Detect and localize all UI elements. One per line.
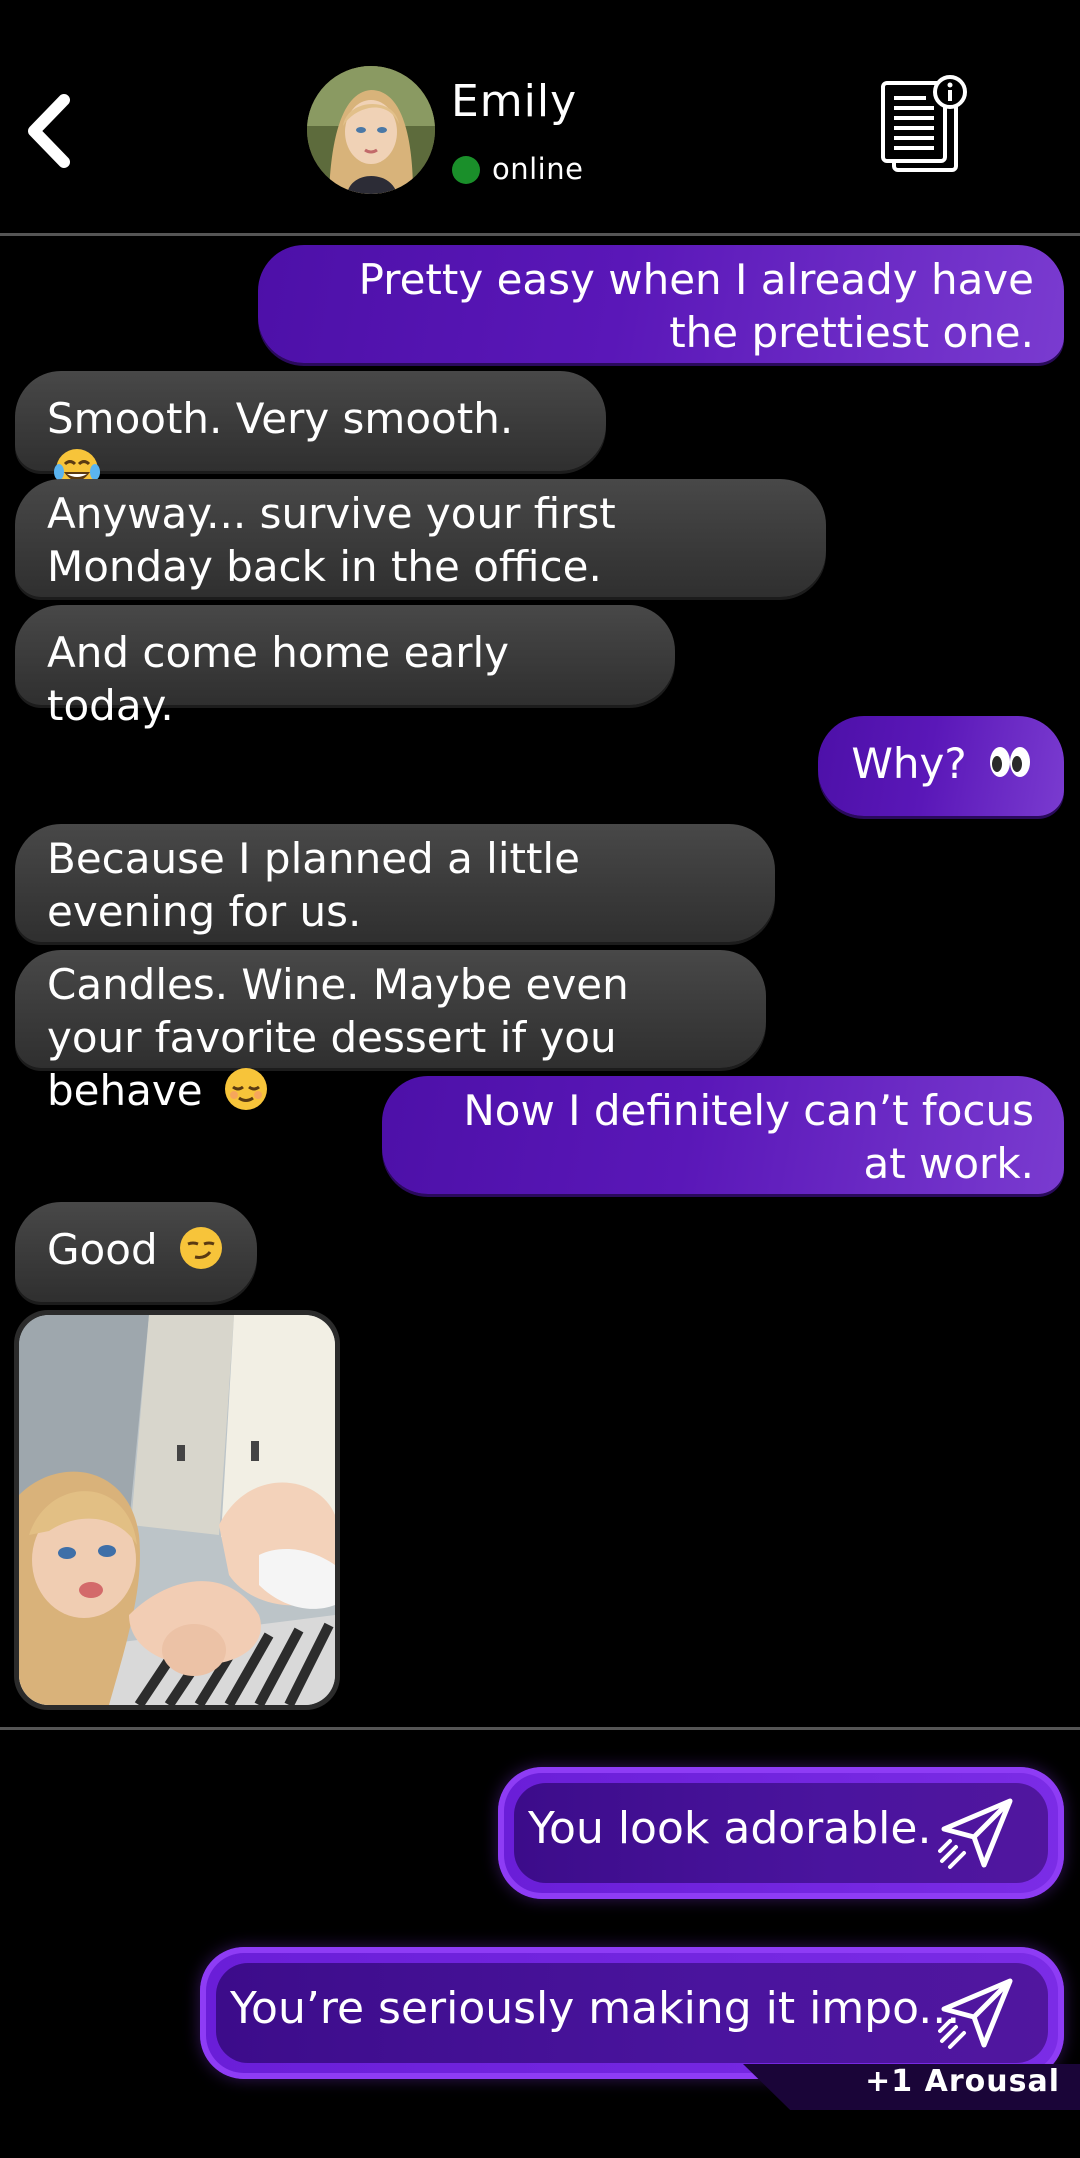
photo-message[interactable] [14,1310,340,1710]
eyes-emoji-icon [990,747,1030,777]
message-bubble-sent: Pretty easy when I already have the pret… [258,245,1064,363]
message-text: Anyway... survive your first Monday back… [47,489,616,591]
message-bubble-received: And come home early today. [15,605,675,730]
reply-divider [0,1727,1080,1730]
message-text: Good [47,1225,158,1274]
chevron-left-icon [28,94,70,168]
relieved-face-emoji-icon [224,1068,267,1110]
message-bubble-sent: Now I definitely can’t focus at work. [382,1076,1064,1194]
online-status-dot [452,156,480,184]
smirking-face-emoji-icon [179,1227,222,1269]
paper-plane-icon [938,1978,1013,2049]
header-divider [0,233,1080,236]
photo-image [19,1315,335,1705]
contact-name: Emily [451,76,578,127]
message-bubble-received: Smooth. Very smooth. [15,371,606,491]
message-bubble-received: Anyway... survive your first Monday back… [15,479,826,597]
reward-label: +1 Arousal [865,2064,1060,2099]
reply-option-text: You’re seriously making it impo... [230,1983,961,2034]
avatar[interactable] [307,66,435,194]
reply-option-button[interactable]: You’re seriously making it impo... [200,1947,1064,2079]
document-info-icon [881,75,967,172]
reply-option-button[interactable]: You look adorable. [498,1767,1064,1899]
message-bubble-sent: Why? [818,716,1064,816]
message-bubble-received: Because I planned a little evening for u… [15,824,775,942]
status-text: online [492,152,584,186]
reply-option-text: You look adorable. [528,1803,932,1854]
message-text: Smooth. Very smooth. [47,394,514,443]
paper-plane-icon [938,1798,1013,1869]
back-button[interactable] [22,92,82,170]
message-text: Pretty easy when I already have the pret… [358,255,1034,357]
chat-header: Emily online [0,0,1080,234]
message-text: Because I planned a little evening for u… [47,834,580,936]
message-text: Why? [851,739,967,788]
info-button[interactable] [878,74,970,178]
message-bubble-received: Candles. Wine. Maybe even your favorite … [15,950,766,1115]
message-bubble-received: Good [15,1202,257,1302]
message-text: Now I definitely can’t focus at work. [463,1086,1034,1188]
message-text: And come home early today. [47,628,510,730]
